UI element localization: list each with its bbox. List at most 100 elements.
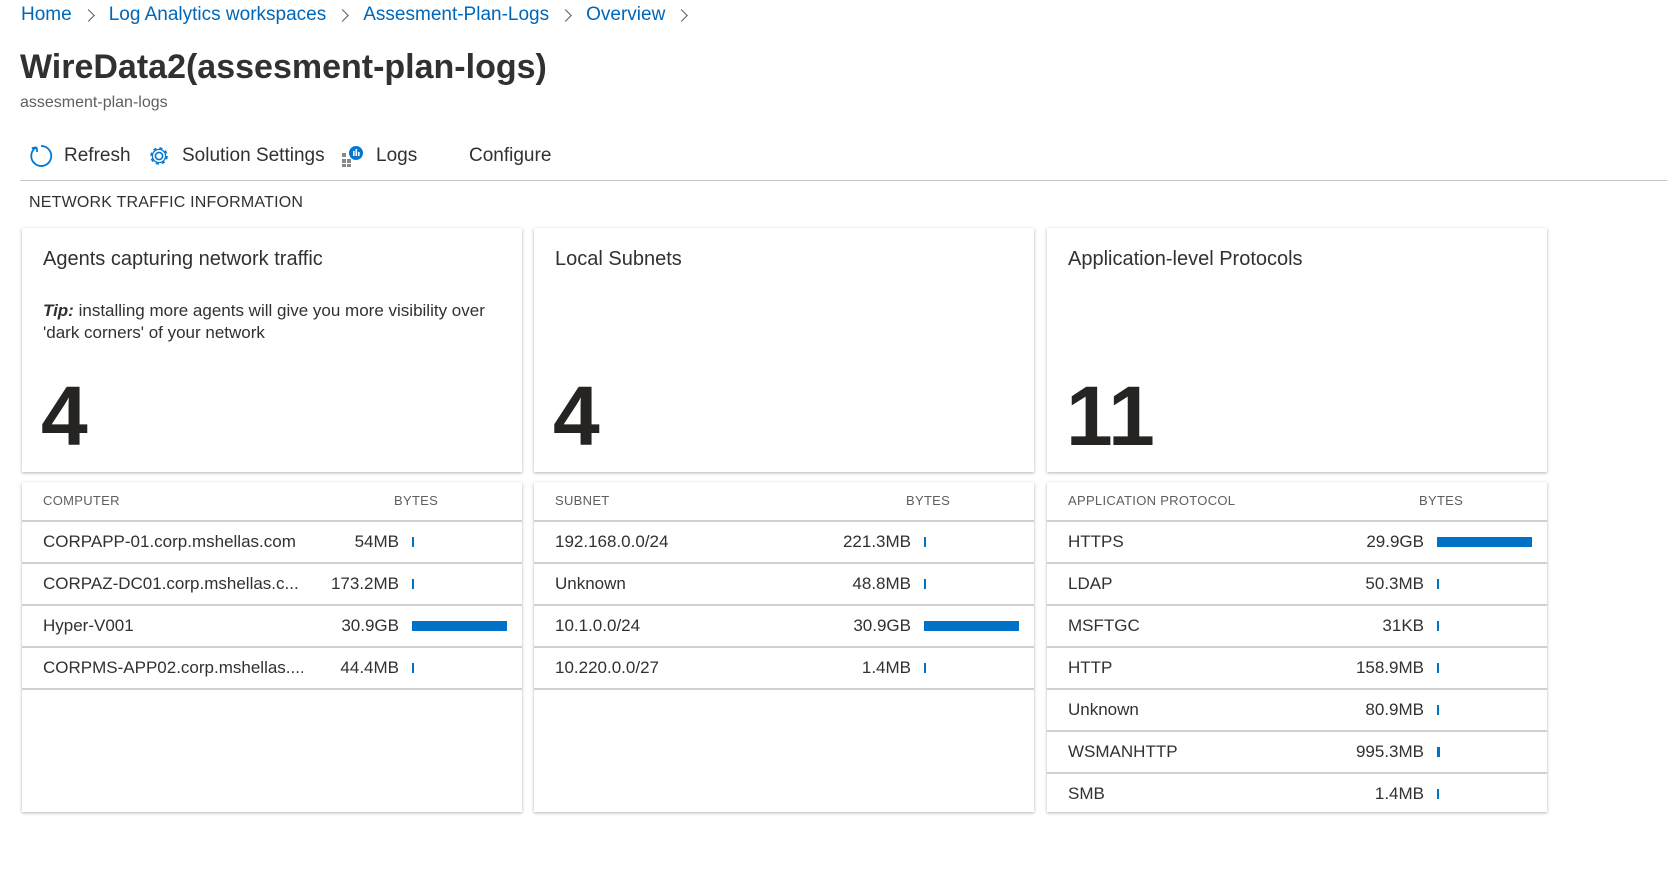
row-bytes: 48.8MB — [852, 574, 911, 593]
breadcrumb-home[interactable]: Home — [21, 4, 72, 26]
computers-table: COMPUTER BYTES CORPAPP-01.corp.mshellas.… — [22, 482, 522, 812]
bytes-bar — [1437, 789, 1439, 799]
table-row[interactable]: 10.1.0.0/24 30.9GB — [534, 606, 1034, 648]
table-row[interactable]: Unknown 80.9MB — [1047, 690, 1547, 732]
row-bytes: 158.9MB — [1355, 658, 1424, 677]
table-row[interactable]: WSMANHTTP 995.3MB — [1047, 732, 1547, 774]
bytes-bar — [1437, 747, 1440, 757]
bytes-bar — [924, 621, 1019, 631]
row-name: 10.220.0.0/27 — [555, 658, 659, 677]
row-bytes: 30.9GB — [341, 616, 399, 635]
row-name: CORPAPP-01.corp.mshellas.com — [43, 532, 296, 551]
chevron-right-icon — [675, 8, 689, 22]
table-row[interactable]: CORPAZ-DC01.corp.mshellas.c... 173.2MB — [22, 564, 522, 606]
refresh-button[interactable]: Refresh — [28, 138, 131, 174]
column-header-application-protocol: APPLICATION PROTOCOL — [1068, 493, 1236, 508]
breadcrumb: Home Log Analytics workspaces Assesment-… — [21, 2, 702, 28]
breadcrumb-log-analytics-workspaces[interactable]: Log Analytics workspaces — [109, 4, 327, 26]
gear-icon — [150, 147, 168, 165]
row-bytes: 31KB — [1382, 616, 1424, 635]
table-row[interactable]: 10.220.0.0/27 1.4MB — [534, 648, 1034, 690]
row-name: 10.1.0.0/24 — [555, 616, 641, 635]
table-row[interactable]: Unknown 48.8MB — [534, 564, 1034, 606]
table-body: CORPAPP-01.corp.mshellas.com 54MB CORPAZ-D… — [22, 522, 522, 690]
bytes-bar — [1437, 705, 1439, 715]
row-name: HTTP — [1068, 658, 1113, 677]
bytes-bar — [1437, 579, 1439, 589]
bytes-bar — [1437, 537, 1532, 547]
table-row[interactable]: 192.168.0.0/24 221.3MB — [534, 522, 1034, 564]
breadcrumb-workspace[interactable]: Assesment-Plan-Logs — [363, 4, 549, 26]
page-subtitle: assesment-plan-logs — [20, 94, 168, 111]
column-header-bytes: BYTES — [1419, 493, 1464, 508]
table-row[interactable]: LDAP 50.3MB — [1047, 564, 1547, 606]
row-bytes: 44.4MB — [340, 658, 399, 677]
row-bytes: 50.3MB — [1365, 574, 1424, 593]
subnets-count: 4 — [553, 369, 600, 463]
row-bytes: 221.3MB — [842, 532, 911, 551]
bytes-bar — [412, 579, 414, 589]
table-row[interactable]: CORPMS-APP02.corp.mshellas.... 44.4MB — [22, 648, 522, 690]
chevron-right-icon — [336, 8, 350, 22]
configure-button[interactable]: Configure — [469, 138, 551, 174]
column-header-bytes: BYTES — [906, 493, 951, 508]
command-bar: Refresh Solution Settings Logs Configure — [20, 136, 1667, 181]
bytes-bar — [412, 537, 414, 547]
row-bytes: 173.2MB — [330, 574, 399, 593]
row-bytes: 80.9MB — [1365, 700, 1424, 719]
logs-label: Logs — [376, 145, 418, 166]
row-name: Hyper-V001 — [43, 616, 134, 635]
logs-button[interactable]: Logs — [340, 138, 417, 174]
refresh-icon — [30, 145, 53, 167]
agents-count: 4 — [41, 369, 88, 463]
tip-text: Tip: installing more agents will give yo… — [43, 300, 503, 344]
local-subnets-tile[interactable]: Local Subnets 4 — [534, 228, 1034, 472]
bytes-bar — [924, 663, 926, 673]
chevron-right-icon — [559, 8, 572, 22]
row-bytes: 29.9GB — [1366, 532, 1424, 551]
solution-settings-label: Solution Settings — [182, 145, 325, 166]
row-name: MSFTGC — [1068, 616, 1140, 635]
row-name: WSMANHTTP — [1068, 742, 1178, 761]
table-row[interactable]: SMB 1.4MB — [1047, 774, 1547, 812]
page-title: WireData2(assesment-plan-logs) — [20, 48, 547, 86]
section-heading: NETWORK TRAFFIC INFORMATION — [29, 194, 304, 211]
tip-body: installing more agents will give you mor… — [43, 301, 485, 342]
table-header: SUBNET BYTES — [534, 482, 1034, 522]
column-header-computer: COMPUTER — [43, 493, 120, 508]
row-bytes: 1.4MB — [861, 658, 911, 677]
row-bytes: 30.9GB — [853, 616, 911, 635]
solution-settings-button[interactable]: Solution Settings — [146, 138, 325, 174]
table-row[interactable]: MSFTGC 31KB — [1047, 606, 1547, 648]
subnets-table: SUBNET BYTES 192.168.0.0/24 221.3MB Unknow… — [534, 482, 1034, 812]
column-header-subnet: SUBNET — [555, 493, 610, 508]
bytes-bar — [1437, 663, 1439, 673]
row-name: Unknown — [555, 574, 626, 593]
row-name: Unknown — [1068, 700, 1139, 719]
bytes-bar — [412, 663, 414, 673]
table-header: APPLICATION PROTOCOL BYTES — [1047, 482, 1547, 522]
protocols-count: 11 — [1066, 369, 1155, 463]
breadcrumb-overview[interactable]: Overview — [586, 4, 665, 26]
tile-title: Agents capturing network traffic — [43, 248, 323, 270]
table-row[interactable]: CORPAPP-01.corp.mshellas.com 54MB — [22, 522, 522, 564]
table-header: COMPUTER BYTES — [22, 482, 522, 522]
row-name: 192.168.0.0/24 — [555, 532, 669, 551]
table-body: 192.168.0.0/24 221.3MB Unknown 48.8MB 10.1.0… — [534, 522, 1034, 690]
row-name: SMB — [1068, 784, 1105, 803]
table-row[interactable]: Hyper-V001 30.9GB — [22, 606, 522, 648]
row-name: CORPMS-APP02.corp.mshellas.... — [43, 658, 303, 677]
row-name: HTTPS — [1068, 532, 1124, 551]
protocols-table: APPLICATION PROTOCOL BYTES HTTPS 29.9GB LD… — [1047, 482, 1547, 812]
row-name: CORPAZ-DC01.corp.mshellas.c... — [43, 574, 299, 593]
logs-icon — [342, 146, 363, 167]
bytes-bar — [924, 537, 926, 547]
tile-title: Local Subnets — [555, 248, 682, 270]
table-body: HTTPS 29.9GB LDAP 50.3MB MSFTGC 31KB HTTP 158.9… — [1047, 522, 1547, 812]
column-header-bytes: BYTES — [394, 493, 439, 508]
table-row[interactable]: HTTPS 29.9GB — [1047, 522, 1547, 564]
bytes-bar — [1437, 621, 1439, 631]
protocols-tile[interactable]: Application-level Protocols 11 — [1047, 228, 1547, 472]
table-row[interactable]: HTTP 158.9MB — [1047, 648, 1547, 690]
agents-tile[interactable]: Agents capturing network traffic Tip: in… — [22, 228, 522, 472]
